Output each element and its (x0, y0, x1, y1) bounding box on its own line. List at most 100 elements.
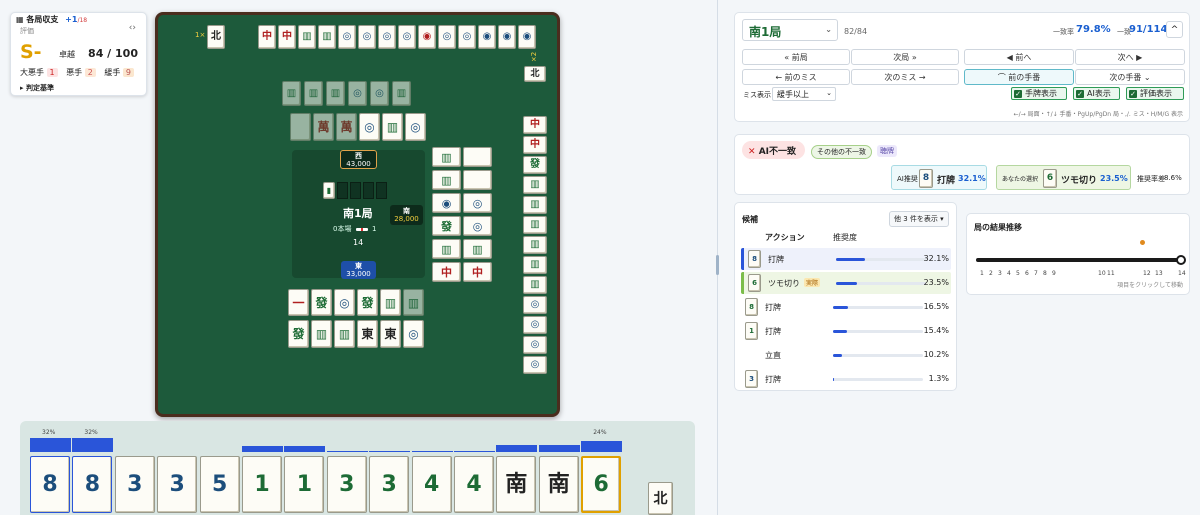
riichi-stick-icon (355, 227, 368, 231)
check-icon: ✓ (1129, 89, 1137, 98)
trend-tick[interactable]: 13 (1155, 270, 1163, 277)
trend-tick[interactable]: 10 (1098, 270, 1106, 277)
trend-track[interactable] (976, 258, 1182, 262)
mistake-label-slack: 緩手 (104, 68, 121, 77)
collapse-button[interactable]: ^ (1166, 21, 1183, 38)
candidate-row[interactable]: 立直 10.2% (741, 344, 951, 366)
trend-tick[interactable]: 2 (989, 270, 993, 277)
candidate-pct: 10.2% (923, 350, 949, 359)
prev-mistake-button[interactable]: ← 前のミス (742, 69, 850, 85)
round-select[interactable]: 南1局 ⌄ (742, 19, 838, 41)
next-round-button[interactable]: 次局 » (851, 49, 959, 65)
check-icon: ✓ (1076, 89, 1084, 98)
agree-rate: 79.8% (1076, 24, 1111, 35)
ai-mismatch-badge: ✕ AI不一致 (742, 141, 805, 159)
hand-tile[interactable]: 1 (242, 456, 282, 513)
chevron-down-icon: ⌄ (825, 25, 832, 34)
hand-tile[interactable]: 3 (326, 456, 367, 513)
player-label: 卓越 (59, 50, 75, 59)
hand-tile[interactable]: 4 (411, 456, 452, 513)
tag-tenpai: 聴牌 (877, 145, 897, 157)
show-more-button[interactable]: 他 3 件を表示 ▾ (889, 211, 949, 227)
next-turn-button[interactable]: 次の手番 ⌄ (1075, 69, 1185, 85)
next-step-button[interactable]: 次へ ▶ (1075, 49, 1185, 65)
trend-tick[interactable]: 8 (1043, 270, 1047, 277)
trend-tick[interactable]: 1 (980, 270, 984, 277)
prev-step-button[interactable]: ◀ 前へ (964, 49, 1074, 65)
discard-tile-right: 中 (523, 116, 547, 134)
discard-tile-top: ◎ (438, 25, 456, 49)
ai-tile: 8 (919, 169, 933, 188)
next-mistake-button[interactable]: 次のミス → (851, 69, 959, 85)
candidate-row[interactable]: 8 打牌 32.1% (741, 248, 951, 270)
trend-tick[interactable]: 3 (998, 270, 1002, 277)
discard-tile-east (463, 170, 492, 190)
seat-west-wind: 西 (355, 152, 362, 160)
discard-tile-north: ◎ (370, 81, 389, 106)
trend-tick[interactable]: 4 (1007, 270, 1011, 277)
score: 84 / 100 (88, 47, 138, 60)
trend-title: 局の結果推移 (974, 223, 1022, 232)
discard-tile-south: ▥ (334, 320, 355, 348)
seat-west: 西 43,000 (340, 150, 377, 169)
miss-select[interactable]: 緩手以上 ⌄ (772, 87, 836, 101)
discard-tile-east: ◎ (463, 193, 492, 213)
toggle-hand[interactable]: ✓ 手牌表示 (1011, 87, 1067, 100)
discard-tile-south: 一 (288, 289, 309, 316)
ai-pct: 32.1% (958, 174, 986, 183)
hand-bar-label: 32% (42, 429, 56, 436)
candidate-row[interactable]: 8 打牌 16.5% (741, 296, 951, 318)
right-multiplier: ×2 (530, 51, 539, 63)
divider-handle[interactable] (716, 255, 719, 275)
mistake-count-blunder: 1 (46, 68, 58, 77)
candidate-action: 立直 (765, 351, 781, 360)
criteria-toggle[interactable]: ▸ 判定基準 (20, 83, 54, 93)
hand-tile[interactable]: 8 (30, 456, 70, 513)
col-action: アクション (765, 233, 805, 242)
hand-tile[interactable]: 南 (538, 456, 579, 513)
hand-tile[interactable]: 1 (284, 456, 325, 513)
discard-tile-east: ▥ (432, 239, 461, 259)
hand-tile[interactable]: 8 (72, 456, 113, 513)
trend-tick[interactable]: 9 (1052, 270, 1056, 277)
candidate-row[interactable]: 6 ツモ切り 実際 23.5% (741, 272, 951, 294)
toggle-eval[interactable]: ✓ 評価表示 (1126, 87, 1184, 100)
trend-tick[interactable]: 6 (1025, 270, 1029, 277)
trend-tick[interactable]: 7 (1034, 270, 1038, 277)
discard-tile-top: 中 (278, 25, 296, 49)
summary-header[interactable]: ▦ 各局収支 +1/18 (14, 14, 90, 25)
trend-tick[interactable]: 11 (1107, 270, 1115, 277)
discard-tile-right: ◎ (523, 336, 547, 354)
trend-slider-handle[interactable] (1176, 255, 1186, 265)
discard-tile-north: ◎ (405, 113, 426, 141)
candidate-action: ツモ切り (768, 279, 800, 288)
candidate-bar-track (833, 354, 923, 357)
round-label: 南1局 (343, 207, 373, 220)
prev-turn-button[interactable]: ⌒ 前の手番 (964, 69, 1074, 85)
candidate-pct: 23.5% (923, 278, 949, 287)
candidate-row[interactable]: 3 打牌 1.3% (741, 368, 951, 390)
hand-tile[interactable]: 南 (496, 456, 537, 513)
mistake-label-bad: 悪手 (66, 68, 83, 77)
trend-tick[interactable]: 12 (1143, 270, 1151, 277)
hand-tile[interactable]: 3 (157, 456, 198, 513)
hand-bar (72, 438, 114, 452)
mistake-count-slack: 9 (122, 68, 135, 77)
discard-tile-north (290, 113, 311, 141)
candidate-bar-track (833, 306, 923, 309)
hand-tile[interactable]: 3 (369, 456, 410, 513)
candidate-row[interactable]: 1 打牌 15.4% (741, 320, 951, 342)
hand-tile[interactable]: 6 (581, 456, 622, 513)
dead-wall-tile (350, 182, 361, 199)
prev-round-button[interactable]: « 前局 (742, 49, 850, 65)
hand-tile[interactable]: 3 (114, 456, 155, 513)
discard-tile-right: 中 (523, 136, 547, 154)
draw-tile[interactable]: 北 (648, 482, 673, 515)
hand-tile[interactable]: 5 (199, 456, 240, 513)
trend-tick[interactable]: 5 (1016, 270, 1020, 277)
candidate-bar-track (833, 378, 923, 381)
toggle-ai[interactable]: ✓ AI表示 (1073, 87, 1120, 100)
trend-tick[interactable]: 14 (1178, 270, 1186, 277)
collapse-icon[interactable]: ‹› (129, 23, 136, 33)
hand-tile[interactable]: 4 (454, 456, 494, 513)
